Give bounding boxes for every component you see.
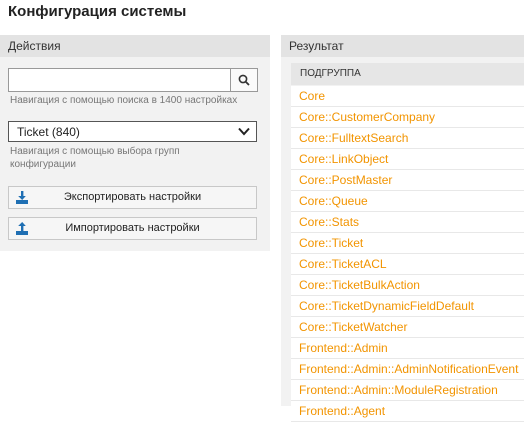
subgroup-link[interactable]: Core::Queue [291, 191, 524, 212]
subgroup-link[interactable]: Core::FulltextSearch [291, 128, 524, 149]
page-title: Конфигурация системы [8, 3, 187, 20]
subgroup-link[interactable]: Frontend::Agent [291, 401, 524, 422]
subgroup-link[interactable]: Core::TicketACL [291, 254, 524, 275]
export-icon [16, 191, 28, 204]
group-select-value: Ticket (840) [17, 125, 80, 139]
group-select-hint-1: Навигация с помощью выбора групп [10, 146, 180, 157]
subgroup-link[interactable]: Core::Ticket [291, 233, 524, 254]
subgroup-link[interactable]: Core::PostMaster [291, 170, 524, 191]
subgroup-list: Core Core::CustomerCompany Core::Fulltex… [291, 86, 524, 422]
chevron-down-icon [238, 127, 250, 136]
subgroup-link[interactable]: Core::TicketBulkAction [291, 275, 524, 296]
group-select-hint-2: конфигурации [10, 159, 76, 170]
subgroup-link[interactable]: Core::LinkObject [291, 149, 524, 170]
search-button[interactable] [230, 68, 258, 92]
export-settings-button[interactable]: Экспортировать настройки [8, 186, 257, 209]
results-panel: Результат ПОДГРУППА Core Core::CustomerC… [281, 35, 524, 422]
subgroup-link[interactable]: Core::TicketWatcher [291, 317, 524, 338]
search-icon [238, 74, 250, 86]
search-row [8, 68, 258, 92]
subgroup-link[interactable]: Core [291, 86, 524, 107]
subgroup-link[interactable]: Frontend::Admin::AdminNotificationEvent [291, 359, 524, 380]
group-select[interactable]: Ticket (840) [8, 121, 257, 142]
subgroup-link[interactable]: Core::CustomerCompany [291, 107, 524, 128]
import-settings-button[interactable]: Импортировать настройки [8, 217, 257, 240]
subgroup-link[interactable]: Core::Stats [291, 212, 524, 233]
subgroup-link[interactable]: Core::TicketDynamicFieldDefault [291, 296, 524, 317]
subgroup-column-header: ПОДГРУППА [291, 63, 524, 85]
subgroup-link[interactable]: Frontend::Admin::ModuleRegistration [291, 380, 524, 401]
import-settings-label: Импортировать настройки [65, 222, 200, 234]
results-header: Результат [281, 35, 524, 57]
actions-header: Действия [0, 35, 270, 57]
import-icon [16, 222, 28, 235]
export-settings-label: Экспортировать настройки [63, 191, 202, 203]
search-hint: Навигация с помощью поиска в 1400 настро… [10, 95, 238, 106]
search-input[interactable] [8, 68, 232, 92]
subgroup-link[interactable]: Frontend::Admin [291, 338, 524, 359]
actions-panel: Действия Навигация с помощью поиска в 14… [0, 35, 270, 251]
